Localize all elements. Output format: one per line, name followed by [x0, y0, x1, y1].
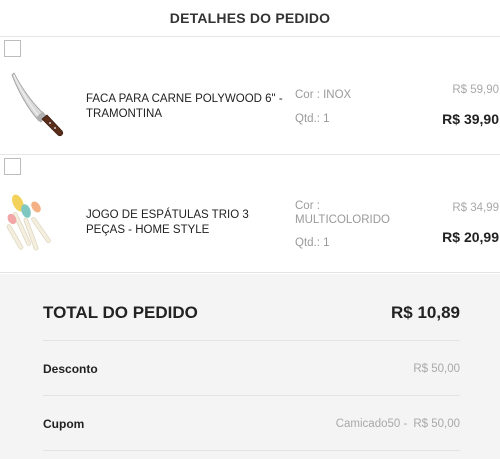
- page-title: DETALHES DO PEDIDO: [169, 10, 331, 26]
- product-image-knife: [6, 69, 66, 139]
- coupon-value-wrap: Camicado50 - R$ 50,00: [336, 418, 460, 430]
- product-old-price: R$ 34,99: [452, 202, 499, 214]
- discount-row: Desconto R$ 50,00: [43, 341, 460, 396]
- product-old-price: R$ 59,90: [452, 84, 499, 96]
- order-item: JOGO DE ESPÁTULAS TRIO 3 PEÇAS - HOME ST…: [0, 155, 500, 273]
- item-select-checkbox[interactable]: [4, 40, 21, 57]
- coupon-value: R$ 50,00: [413, 418, 460, 430]
- product-price: R$ 20,99: [442, 229, 499, 245]
- coupon-code: Camicado50 -: [335, 418, 408, 430]
- spatulas-icon: [6, 194, 51, 251]
- knife-icon: [11, 72, 64, 137]
- product-color: Cor : MULTICOLORIDO: [295, 200, 390, 226]
- discount-label: Desconto: [43, 362, 98, 376]
- order-total-label: TOTAL DO PEDIDO: [43, 303, 198, 322]
- page-header: DETALHES DO PEDIDO: [0, 0, 500, 37]
- product-quantity: Qtd.: 1: [295, 113, 330, 125]
- discount-value: R$ 50,00: [413, 363, 460, 375]
- product-name[interactable]: FACA PARA CARNE POLYWOOD 6" - TRAMONTINA: [86, 92, 286, 122]
- order-item: FACA PARA CARNE POLYWOOD 6" - TRAMONTINA…: [0, 37, 500, 155]
- coupon-label: Cupom: [43, 417, 85, 431]
- order-total-value: R$ 10,89: [391, 303, 460, 322]
- product-image-spatulas: [6, 185, 66, 255]
- item-select-checkbox[interactable]: [4, 158, 21, 175]
- product-price: R$ 39,90: [442, 111, 499, 127]
- coupon-row: Cupom Camicado50 - R$ 50,00: [43, 396, 460, 451]
- product-quantity: Qtd.: 1: [295, 237, 330, 249]
- product-name[interactable]: JOGO DE ESPÁTULAS TRIO 3 PEÇAS - HOME ST…: [86, 208, 286, 238]
- order-summary: TOTAL DO PEDIDO R$ 10,89 Desconto R$ 50,…: [0, 274, 500, 459]
- product-color: Cor : INOX: [295, 89, 352, 101]
- order-total-row: TOTAL DO PEDIDO R$ 10,89: [43, 274, 460, 341]
